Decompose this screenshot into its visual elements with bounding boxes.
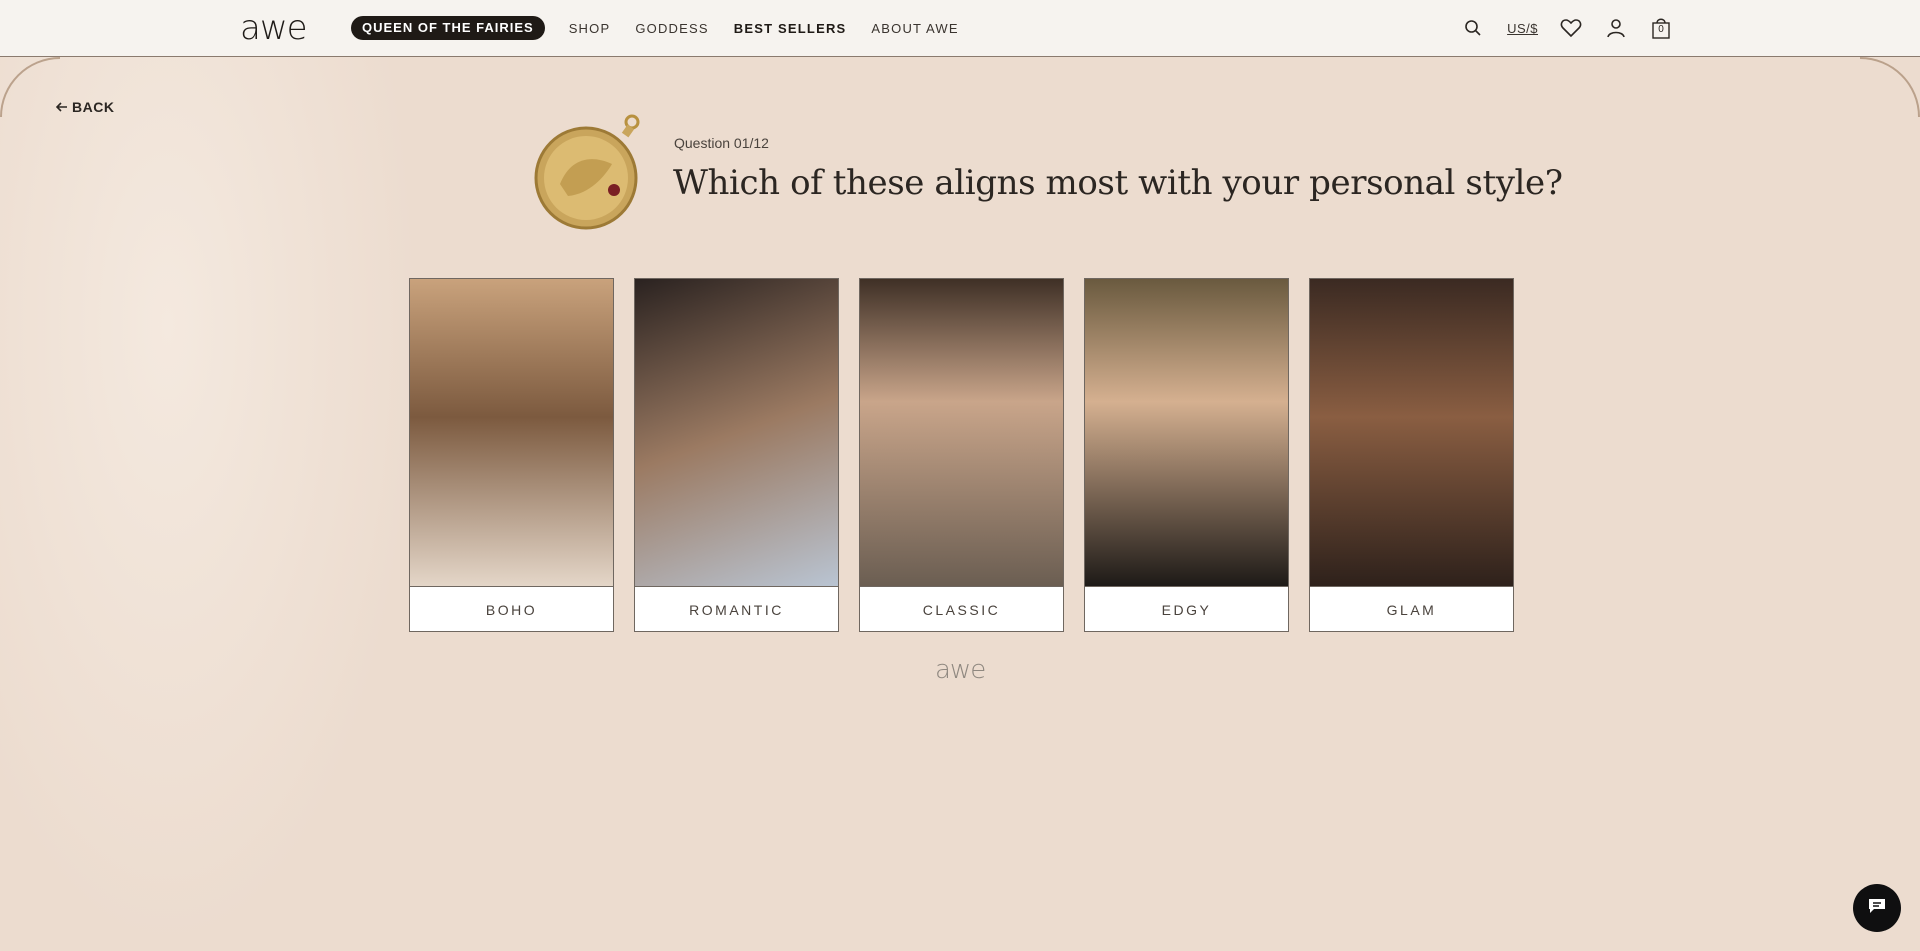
search-icon[interactable]: [1461, 14, 1485, 42]
chat-button[interactable]: [1853, 884, 1901, 932]
bag-icon[interactable]: 0: [1649, 14, 1673, 42]
frame-corner-right: [1860, 57, 1920, 117]
option-card-edgy[interactable]: EDGY: [1084, 278, 1289, 632]
nav-shop[interactable]: SHOP: [569, 21, 611, 36]
nav-goddess[interactable]: GODDESS: [635, 21, 708, 36]
option-card-classic[interactable]: CLASSIC: [859, 278, 1064, 632]
header-actions: US/$ 0: [1440, 14, 1673, 42]
option-label: GLAM: [1310, 586, 1513, 631]
option-photo: [860, 279, 1063, 586]
option-photo: [410, 279, 613, 586]
option-card-boho[interactable]: BOHO: [409, 278, 614, 632]
nav-best-sellers[interactable]: BEST SELLERS: [734, 21, 847, 36]
option-label: BOHO: [410, 586, 613, 631]
background-shadow: [0, 57, 420, 951]
currency-selector[interactable]: US/$: [1507, 21, 1538, 36]
option-label: CLASSIC: [860, 586, 1063, 631]
heart-icon[interactable]: [1559, 14, 1583, 42]
chat-icon: [1867, 897, 1887, 920]
option-card-romantic[interactable]: ROMANTIC: [634, 278, 839, 632]
pendant-image: [520, 104, 652, 236]
option-photo: [1310, 279, 1513, 586]
option-card-glam[interactable]: GLAM: [1309, 278, 1514, 632]
cart-count: 0: [1658, 24, 1664, 35]
nav-queen-of-the-fairies[interactable]: QUEEN OF THE FAIRIES: [351, 16, 545, 40]
site-header: awe QUEEN OF THE FAIRIES SHOP GODDESS BE…: [0, 0, 1920, 57]
option-label: EDGY: [1085, 586, 1288, 631]
option-label: ROMANTIC: [635, 586, 838, 631]
awe-footer-logo: awe: [935, 655, 986, 685]
question-title: Which of these aligns most with your per…: [673, 163, 1563, 203]
user-icon[interactable]: [1604, 14, 1628, 42]
option-photo: [1085, 279, 1288, 586]
back-button[interactable]: BACK: [55, 99, 115, 115]
question-counter: Question 01/12: [674, 135, 769, 151]
frame-corner-left: [0, 57, 60, 117]
main-nav: QUEEN OF THE FAIRIES SHOP GODDESS BEST S…: [351, 16, 984, 40]
awe-logo[interactable]: awe: [240, 8, 308, 48]
option-photo: [635, 279, 838, 586]
back-label: BACK: [72, 99, 115, 115]
nav-about-awe[interactable]: ABOUT AWE: [871, 21, 958, 36]
style-options: BOHO ROMANTIC CLASSIC EDGY GLAM: [409, 278, 1514, 632]
arrow-left-icon: [55, 99, 68, 115]
